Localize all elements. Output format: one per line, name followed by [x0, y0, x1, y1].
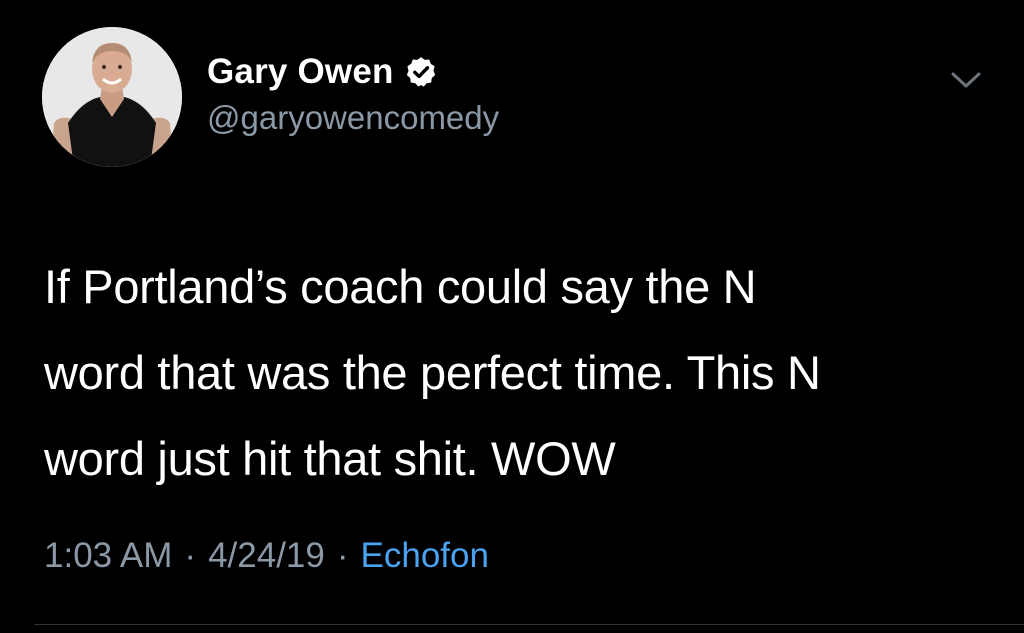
tweet-date[interactable]: 4/24/19: [208, 536, 325, 575]
tweet-card: Gary Owen @garyowencomedy If Portland’s …: [0, 0, 1024, 633]
tweet-text-line: word just hit that shit. WOW: [44, 432, 616, 485]
tweet-text-line: word that was the perfect time. This N: [44, 346, 821, 399]
chevron-down-icon[interactable]: [945, 58, 987, 100]
tweet-time[interactable]: 1:03 AM: [44, 536, 172, 575]
tweet-text-line: If Portland’s coach could say the N: [44, 260, 757, 313]
meta-separator: ·: [336, 536, 349, 575]
author-name-row: Gary Owen: [207, 50, 438, 94]
tweet-meta: 1:03 AM · 4/24/19 · Echofon: [44, 536, 489, 576]
verified-badge-icon: [404, 55, 438, 89]
display-name[interactable]: Gary Owen: [207, 52, 394, 92]
profile-photo: [42, 27, 182, 167]
tweet-text: If Portland’s coach could say the N word…: [44, 244, 984, 502]
user-handle[interactable]: @garyowencomedy: [207, 99, 499, 137]
meta-separator: ·: [184, 536, 197, 575]
tweet-source-link[interactable]: Echofon: [361, 536, 489, 575]
divider: [34, 624, 1024, 625]
avatar[interactable]: [42, 27, 182, 167]
